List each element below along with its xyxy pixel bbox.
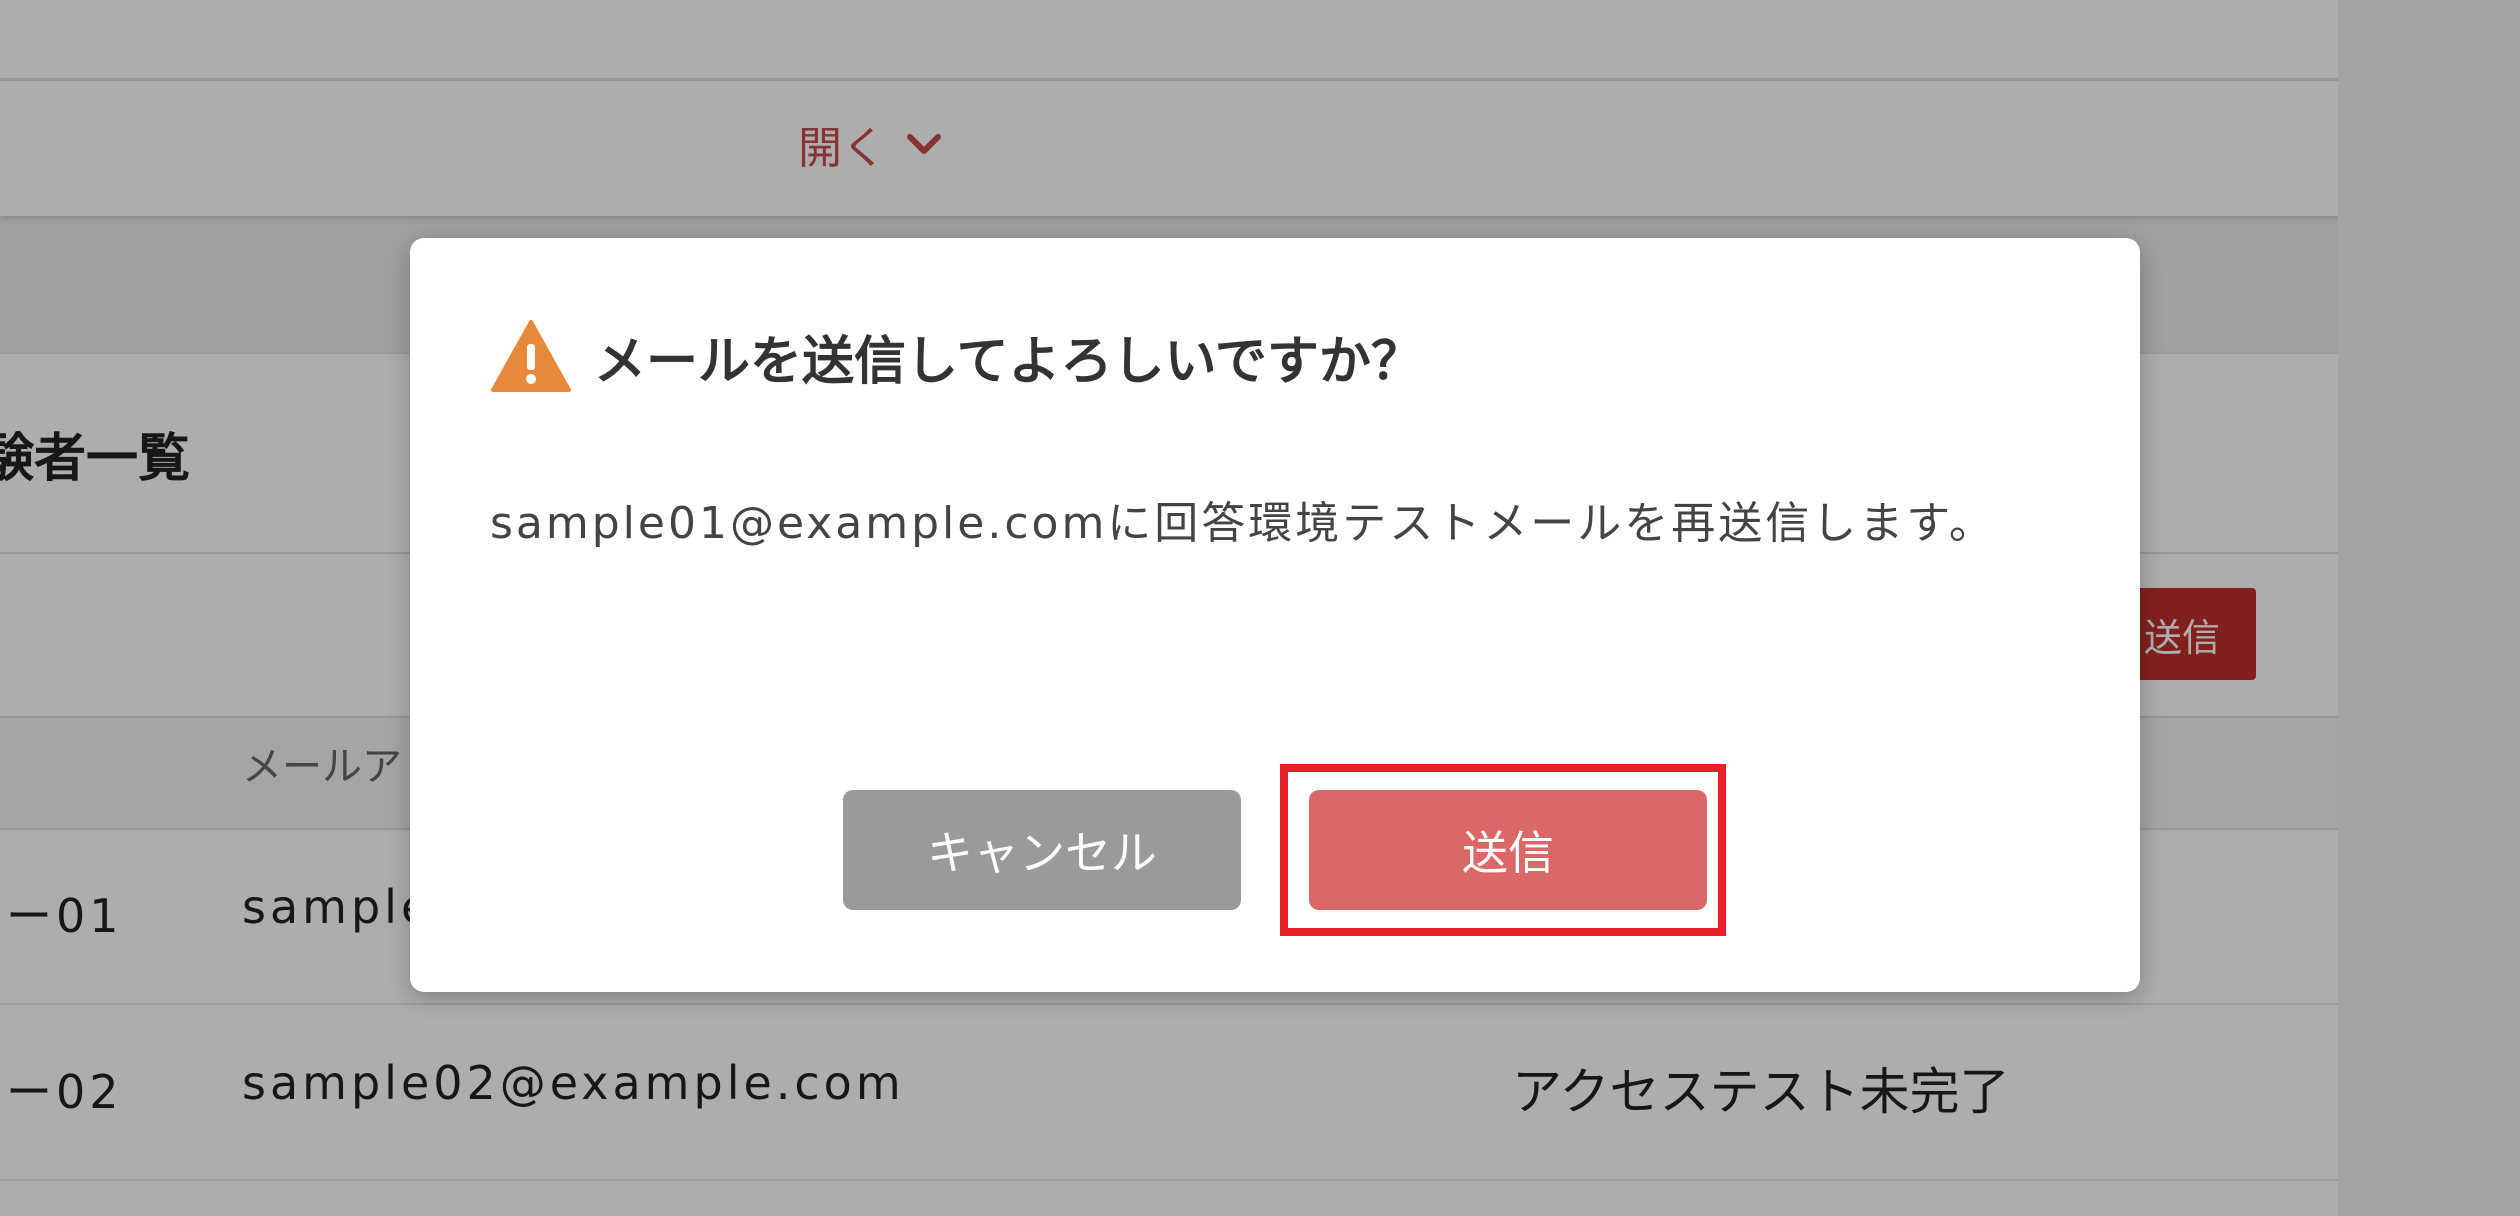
highlight-box bbox=[1280, 764, 1726, 936]
warning-icon bbox=[491, 320, 571, 392]
page: 開く 験者一覧 送信 メールア ー01 sample ー02 sample02@… bbox=[0, 0, 2520, 1216]
cancel-button[interactable]: キャンセル bbox=[843, 790, 1241, 910]
dialog-title: メールを送信してよろしいですか？ bbox=[490, 318, 1423, 394]
confirm-dialog: メールを送信してよろしいですか？ sample01@example.comに回答… bbox=[410, 238, 2140, 992]
dialog-title-text: メールを送信してよろしいですか？ bbox=[594, 331, 1423, 392]
dialog-message: sample01@example.comに回答環境テストメールを再送信します。 bbox=[490, 498, 1996, 549]
